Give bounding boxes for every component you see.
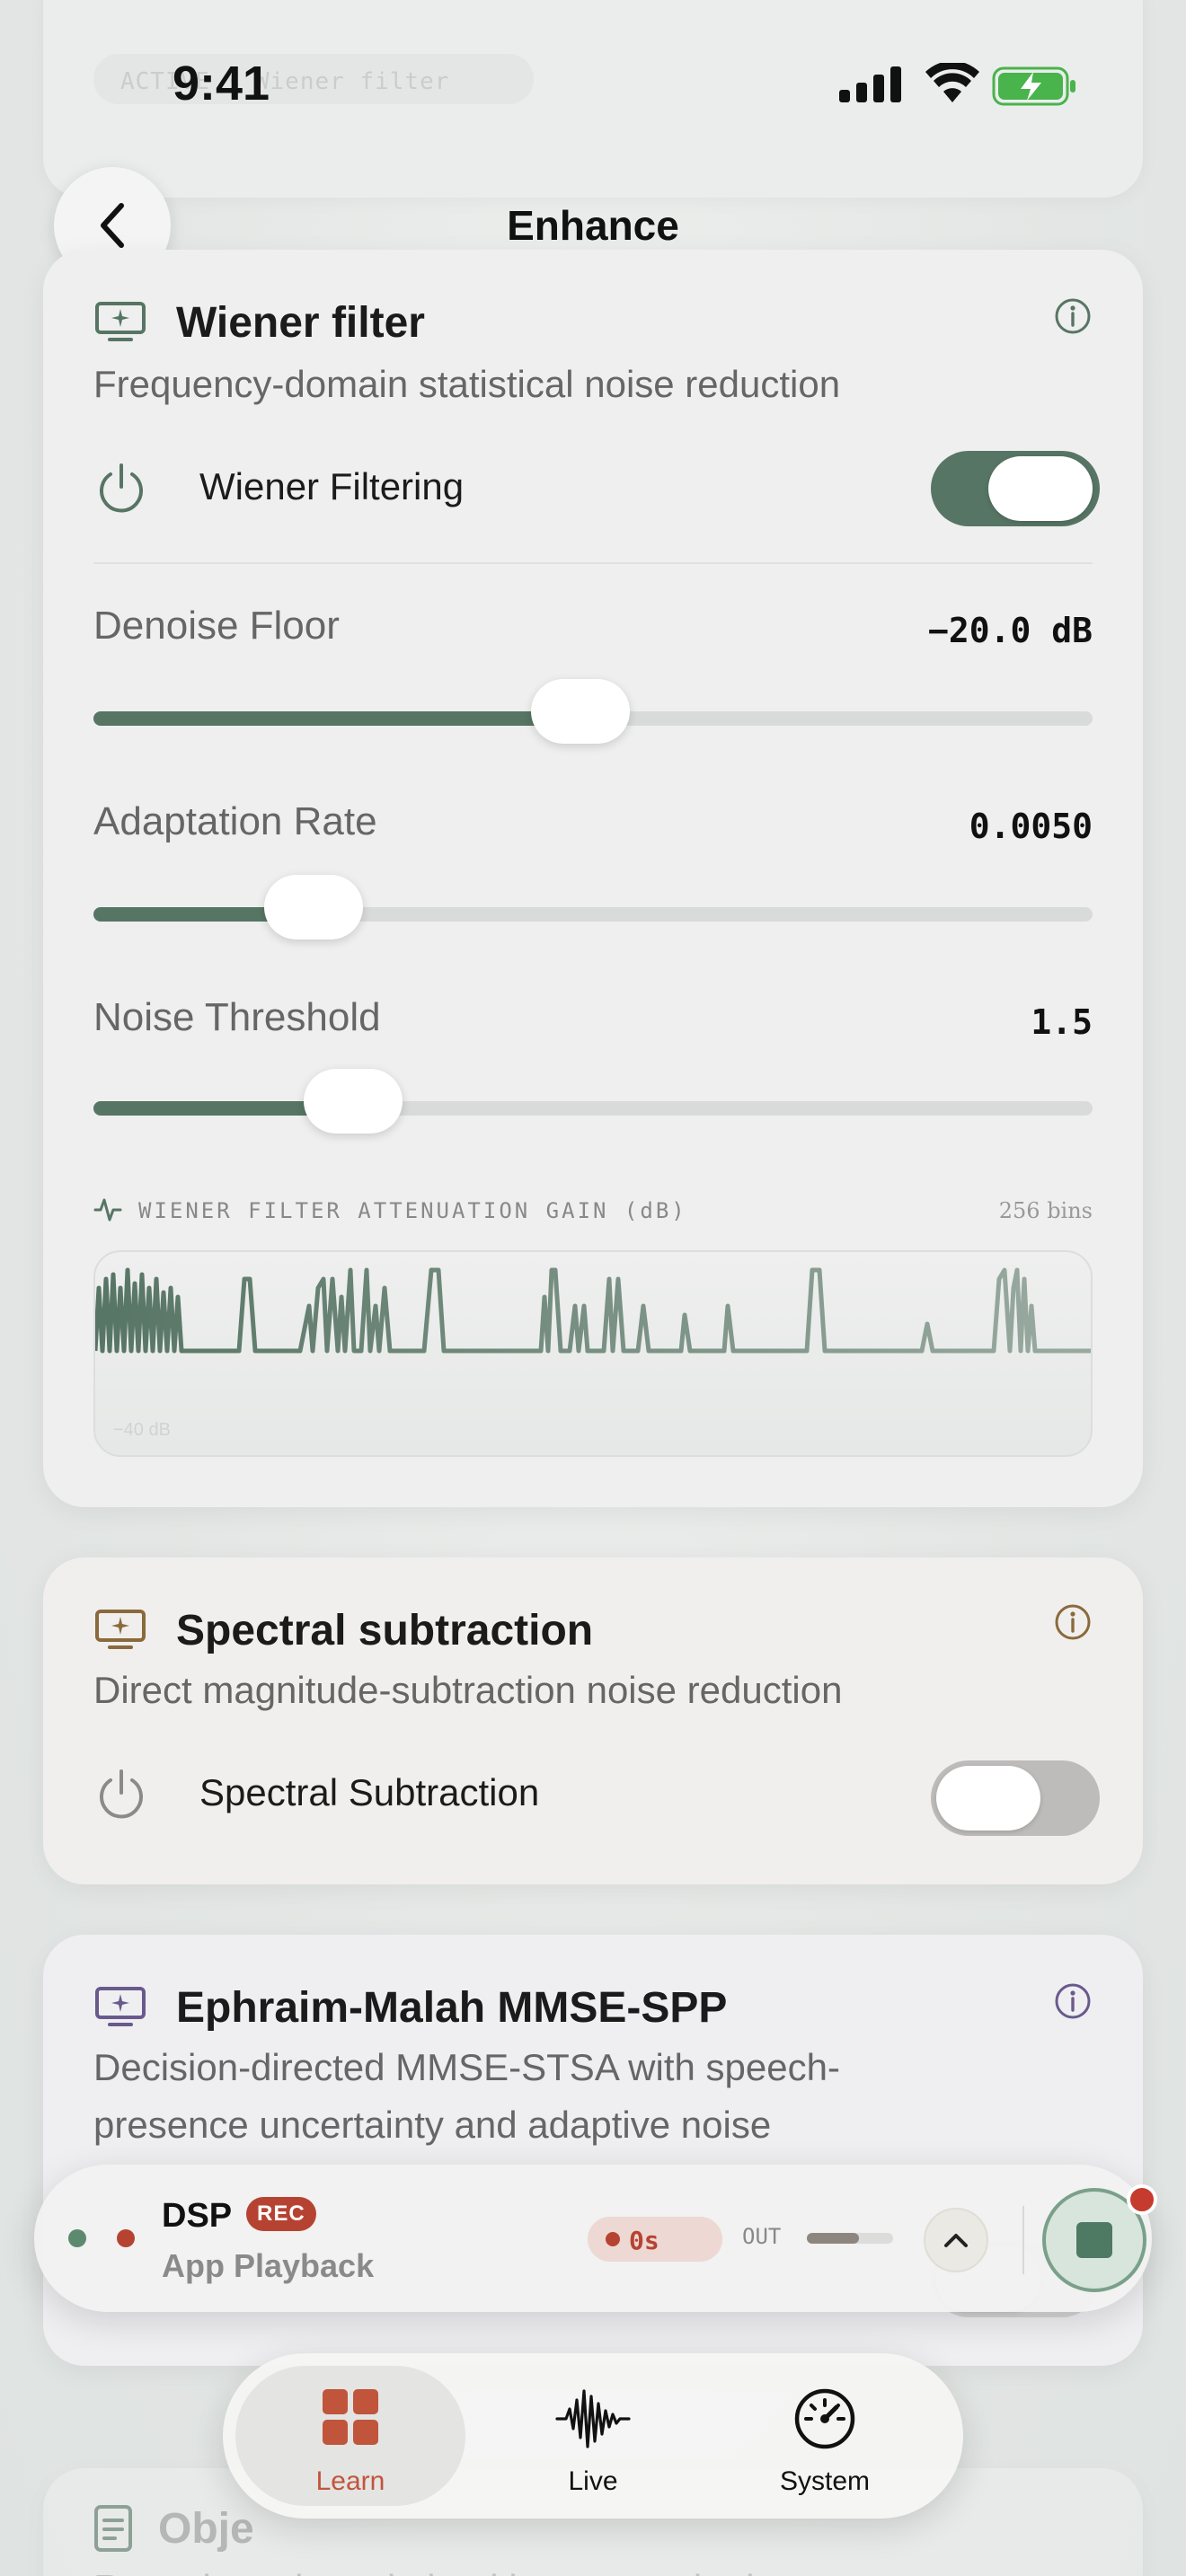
tab-label: Live [568,2466,618,2496]
wiener-toggle-label: Wiener Filtering [199,465,465,507]
recording-indicator-badge [1127,2184,1157,2215]
grid-icon [323,2389,378,2445]
tab-label: Learn [315,2466,385,2496]
power-icon [100,463,143,513]
tab-bar: Learn Live System [223,2353,963,2519]
denoise-floor-slider[interactable] [93,679,1093,744]
slider-thumb[interactable] [263,875,363,940]
recording-timer: 0s [588,2217,722,2262]
document-icon [94,2505,132,2552]
wiener-subtitle: Frequency-domain statistical noise reduc… [93,363,841,405]
page-title: Enhance [507,202,679,249]
noise-threshold-slider[interactable] [93,1069,1093,1134]
display-sparkle-icon [95,1610,146,1649]
toggle-knob [988,456,1093,521]
output-level-fill [807,2233,859,2244]
status-time: 9:41 [173,57,270,110]
object-subtitle: Runs the selected algorithm on synthetic [93,2560,773,2576]
gain-chart-header: WIENER FILTER ATTENUATION GAIN (dB) 256 … [93,1195,1093,1225]
player-separator [1022,2206,1024,2274]
denoise-floor-label: Denoise Floor [93,604,340,648]
gain-chart-title: WIENER FILTER ATTENUATION GAIN (dB) [138,1198,687,1223]
info-icon[interactable] [1053,296,1093,336]
divider [93,562,1093,564]
wifi-icon [925,63,979,102]
slider-fill [93,711,580,726]
player-source: App Playback [162,2247,375,2284]
ephraim-subtitle-line1: Decision-directed MMSE-STSA with speech- [93,2046,840,2088]
spectral-toggle[interactable] [931,1760,1100,1836]
noise-threshold-label: Noise Threshold [93,995,381,1039]
slider-thumb[interactable] [530,679,630,744]
status-bar: 9:41 [0,0,1186,171]
info-icon[interactable] [1053,1981,1093,2021]
rec-badge: REC [246,2197,316,2231]
gain-chart-min-label: −40 dB [113,1420,171,1440]
info-icon[interactable] [1053,1602,1093,1642]
tab-label: System [779,2466,871,2496]
expand-player-button[interactable] [924,2208,988,2272]
adaptation-rate-slider[interactable] [93,875,1093,940]
gain-chart-bins: 256 bins [998,1198,1093,1223]
tab-live[interactable]: Live [478,2366,708,2506]
spectral-toggle-label: Spectral Subtraction [199,1771,540,1813]
wiener-title: Wiener filter [176,299,425,347]
tab-system[interactable]: System [710,2366,940,2506]
denoise-floor-value: −20.0 dB [927,611,1093,650]
out-label: OUT [742,2224,782,2249]
gain-chart-svg [95,1267,1091,1354]
adaptation-rate-label: Adaptation Rate [93,799,377,843]
wiener-toggle[interactable] [931,451,1100,526]
ephraim-title: Ephraim-Malah MMSE-SPP [176,1984,728,2032]
output-level-meter [807,2233,893,2244]
recording-dot [606,2232,620,2246]
gauge-icon [794,2388,855,2449]
battery-charging-icon [992,66,1075,106]
recording-timer-text: 0s [629,2226,659,2255]
player-name: DSP [162,2197,233,2235]
slider-thumb[interactable] [304,1069,403,1134]
display-sparkle-icon [95,302,146,341]
chevron-up-icon [944,2234,968,2247]
stop-icon [1076,2222,1112,2258]
status-dot-red [117,2229,135,2247]
wiener-filter-card: Wiener filter Frequency-domain statistic… [43,250,1143,1507]
spectral-title: Spectral subtraction [176,1607,594,1654]
spectral-subtitle: Direct magnitude-subtraction noise reduc… [93,1669,843,1711]
waveform-icon [555,2389,631,2448]
power-icon [100,1769,143,1819]
display-sparkle-icon [95,1987,146,2026]
ephraim-subtitle-line2: presence uncertainty and adaptive noise [93,2104,772,2146]
gain-line [95,1267,1091,1354]
toggle-knob [936,1766,1040,1831]
adaptation-rate-value: 0.0050 [969,807,1093,846]
object-title: Obje [158,2505,254,2553]
cellular-signal-icon [839,66,901,102]
dsp-mini-player[interactable]: DSP REC App Playback 0s OUT [34,2165,1157,2312]
gain-chart: −40 dB [93,1250,1093,1457]
waveform-icon [93,1198,122,1222]
tab-learn[interactable]: Learn [235,2366,465,2506]
noise-threshold-value: 1.5 [1031,1002,1093,1042]
status-dot-green [68,2229,86,2247]
spectral-subtraction-card: Spectral subtraction Direct magnitude-su… [43,1557,1143,1884]
